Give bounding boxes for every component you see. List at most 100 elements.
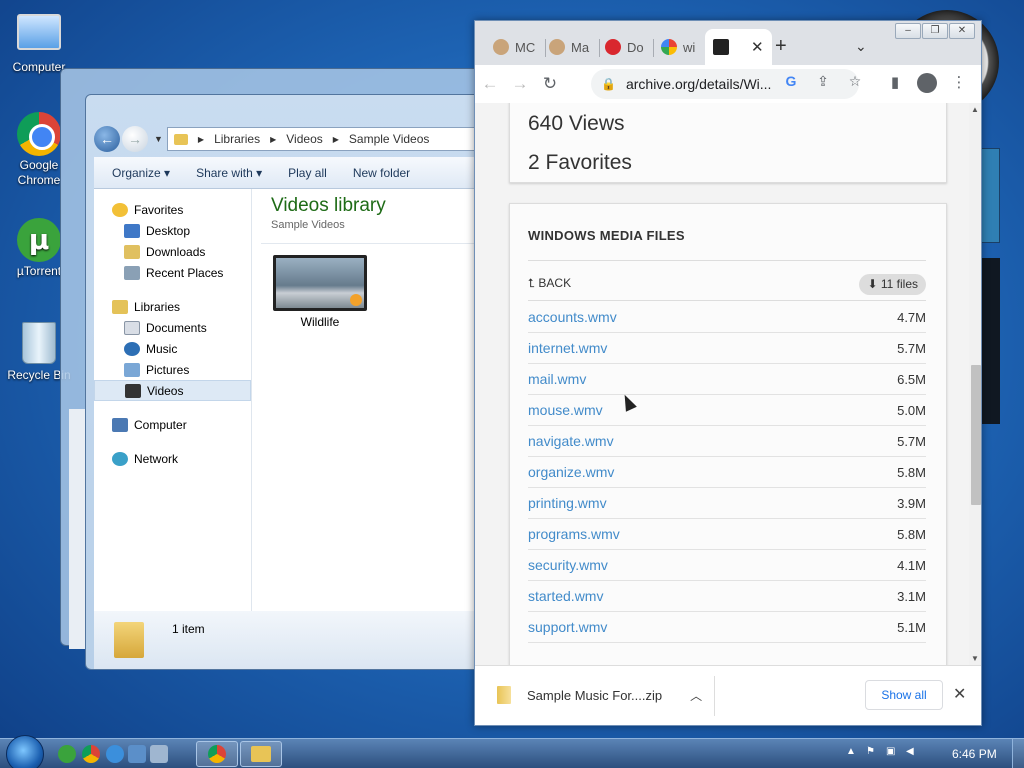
action-center-icon[interactable]: ⚑ (866, 746, 880, 760)
explorer-window[interactable]: ← → ▼ ▶ Libraries ▶ Videos ▶ Sample Vide… (85, 94, 485, 670)
new-folder-button[interactable]: New folder (353, 166, 410, 180)
file-row[interactable]: support.wmv 5.1M (528, 612, 926, 643)
profile-avatar-icon[interactable] (917, 73, 937, 93)
download-item[interactable]: Sample Music For....zip ︿ (497, 686, 702, 704)
back-icon[interactable]: ← (475, 74, 505, 94)
tab-3[interactable]: Do (605, 31, 644, 63)
nav-recent-places[interactable]: Recent Places (94, 262, 251, 283)
forward-button[interactable]: → (122, 126, 148, 152)
file-link[interactable]: internet.wmv (528, 340, 607, 356)
taskbar-clock[interactable]: 6:46 PM (952, 747, 997, 761)
breadcrumb-videos[interactable]: Videos (286, 132, 322, 146)
start-button[interactable] (6, 735, 44, 768)
nav-desktop[interactable]: Desktop (94, 220, 251, 241)
restore-icon[interactable]: ❐ (922, 23, 948, 39)
file-row[interactable]: printing.wmv 3.9M (528, 488, 926, 519)
close-window-icon[interactable]: ✕ (949, 23, 975, 39)
file-link[interactable]: printing.wmv (528, 495, 607, 511)
breadcrumb-sample-videos[interactable]: Sample Videos (349, 132, 430, 146)
file-link[interactable]: programs.wmv (528, 526, 620, 542)
page-scrollbar[interactable]: ▲ ▼ (969, 103, 981, 665)
volume-icon[interactable]: ◀ (906, 746, 920, 760)
tab-search-icon[interactable]: ⌄ (855, 38, 867, 55)
bookmark-star-icon[interactable]: ☆ (839, 73, 871, 90)
chrome-icon[interactable] (82, 745, 100, 763)
taskbar-explorer-button[interactable] (240, 741, 282, 767)
file-link[interactable]: organize.wmv (528, 464, 614, 480)
share-with-button[interactable]: Share with ▾ (196, 166, 262, 180)
show-desktop-button[interactable] (1012, 739, 1024, 768)
nav-computer[interactable]: Computer (94, 414, 251, 435)
close-shelf-icon[interactable]: ✕ (953, 684, 966, 704)
file-row[interactable]: programs.wmv 5.8M (528, 519, 926, 550)
scroll-thumb[interactable] (971, 365, 981, 505)
crumb-separator-icon[interactable]: ▶ (333, 135, 339, 144)
nav-pictures[interactable]: Pictures (94, 359, 251, 380)
video-item[interactable]: Wildlife (273, 255, 367, 329)
nav-downloads[interactable]: Downloads (94, 241, 251, 262)
file-link[interactable]: mail.wmv (528, 371, 586, 387)
network-icon[interactable]: ▣ (886, 746, 900, 760)
gadget-panel[interactable] (980, 148, 1000, 243)
library-subtitle[interactable]: Sample Videos (271, 219, 484, 231)
scroll-up-icon[interactable]: ▲ (971, 105, 979, 114)
back-link[interactable]: ⮤ BACK (528, 276, 571, 291)
taskbar-chrome-button[interactable] (196, 741, 238, 767)
internet-explorer-icon[interactable] (106, 745, 124, 763)
window-switch-icon[interactable] (150, 745, 168, 763)
forward-icon[interactable]: → (505, 74, 535, 94)
minimize-icon[interactable]: – (895, 23, 921, 39)
file-link[interactable]: accounts.wmv (528, 309, 617, 325)
nav-libraries[interactable]: Libraries (94, 296, 251, 317)
nav-documents[interactable]: Documents (94, 317, 251, 338)
file-row[interactable]: mail.wmv 6.5M (528, 364, 926, 395)
file-link[interactable]: started.wmv (528, 588, 603, 604)
file-link[interactable]: support.wmv (528, 619, 607, 635)
lock-icon[interactable]: 🔒 (601, 77, 616, 91)
organize-button[interactable]: Organize ▾ (112, 166, 170, 180)
gadget-panel-dark[interactable] (980, 258, 1000, 424)
close-tab-icon[interactable]: ✕ (751, 38, 764, 56)
back-button[interactable]: ← (94, 126, 120, 152)
nav-videos[interactable]: Videos (94, 380, 251, 401)
address-box[interactable]: ▶ Libraries ▶ Videos ▶ Sample Videos (166, 127, 484, 151)
new-tab-icon[interactable]: + (775, 35, 787, 58)
tab-2[interactable]: Ma (549, 31, 589, 63)
nav-network[interactable]: Network (94, 448, 251, 469)
file-row[interactable]: organize.wmv 5.8M (528, 457, 926, 488)
file-row[interactable]: accounts.wmv 4.7M (528, 302, 926, 333)
utorrent-icon[interactable] (58, 745, 76, 763)
menu-kebab-icon[interactable]: ⋮ (943, 73, 975, 93)
chrome-window[interactable]: MC Ma Do wi ✕ + ⌄ – ❐ ✕ ← → ↻ 🔒 archive.… (474, 20, 982, 726)
nav-music[interactable]: Music (94, 338, 251, 359)
share-icon[interactable]: ⇪ (807, 73, 839, 90)
scroll-down-icon[interactable]: ▼ (971, 654, 979, 663)
files-download-badge[interactable]: ⬇ 11 files (859, 274, 926, 295)
url-text[interactable]: archive.org/details/Wi... (626, 76, 772, 92)
tray-expand-icon[interactable]: ▲ (846, 746, 860, 760)
file-row[interactable]: internet.wmv 5.7M (528, 333, 926, 364)
crumb-separator-icon[interactable]: ▶ (198, 135, 204, 144)
play-all-button[interactable]: Play all (288, 166, 327, 180)
tab-1[interactable]: MC (493, 31, 535, 63)
show-desktop-icon[interactable] (128, 745, 146, 763)
file-link[interactable]: navigate.wmv (528, 433, 614, 449)
desktop-icon-computer[interactable]: Computer (4, 10, 74, 74)
file-link[interactable]: security.wmv (528, 557, 608, 573)
reload-icon[interactable]: ↻ (535, 74, 565, 94)
side-panel-icon[interactable]: ▮ (879, 73, 911, 93)
file-row[interactable]: navigate.wmv 5.7M (528, 426, 926, 457)
crumb-separator-icon[interactable]: ▶ (270, 135, 276, 144)
file-row[interactable]: security.wmv 4.1M (528, 550, 926, 581)
show-all-button[interactable]: Show all (865, 680, 943, 710)
file-row[interactable]: mouse.wmv 5.0M (528, 395, 926, 426)
nav-favorites[interactable]: Favorites (94, 199, 251, 220)
breadcrumb-libraries[interactable]: Libraries (214, 132, 260, 146)
tab-4[interactable]: wi (661, 31, 695, 63)
google-lens-icon[interactable]: G (775, 73, 807, 90)
tab-active[interactable]: ✕ (705, 29, 772, 65)
file-row[interactable]: started.wmv 3.1M (528, 581, 926, 612)
chevron-up-icon[interactable]: ︿ (690, 687, 702, 704)
file-link[interactable]: mouse.wmv (528, 402, 603, 418)
history-dropdown-icon[interactable]: ▼ (154, 134, 163, 144)
